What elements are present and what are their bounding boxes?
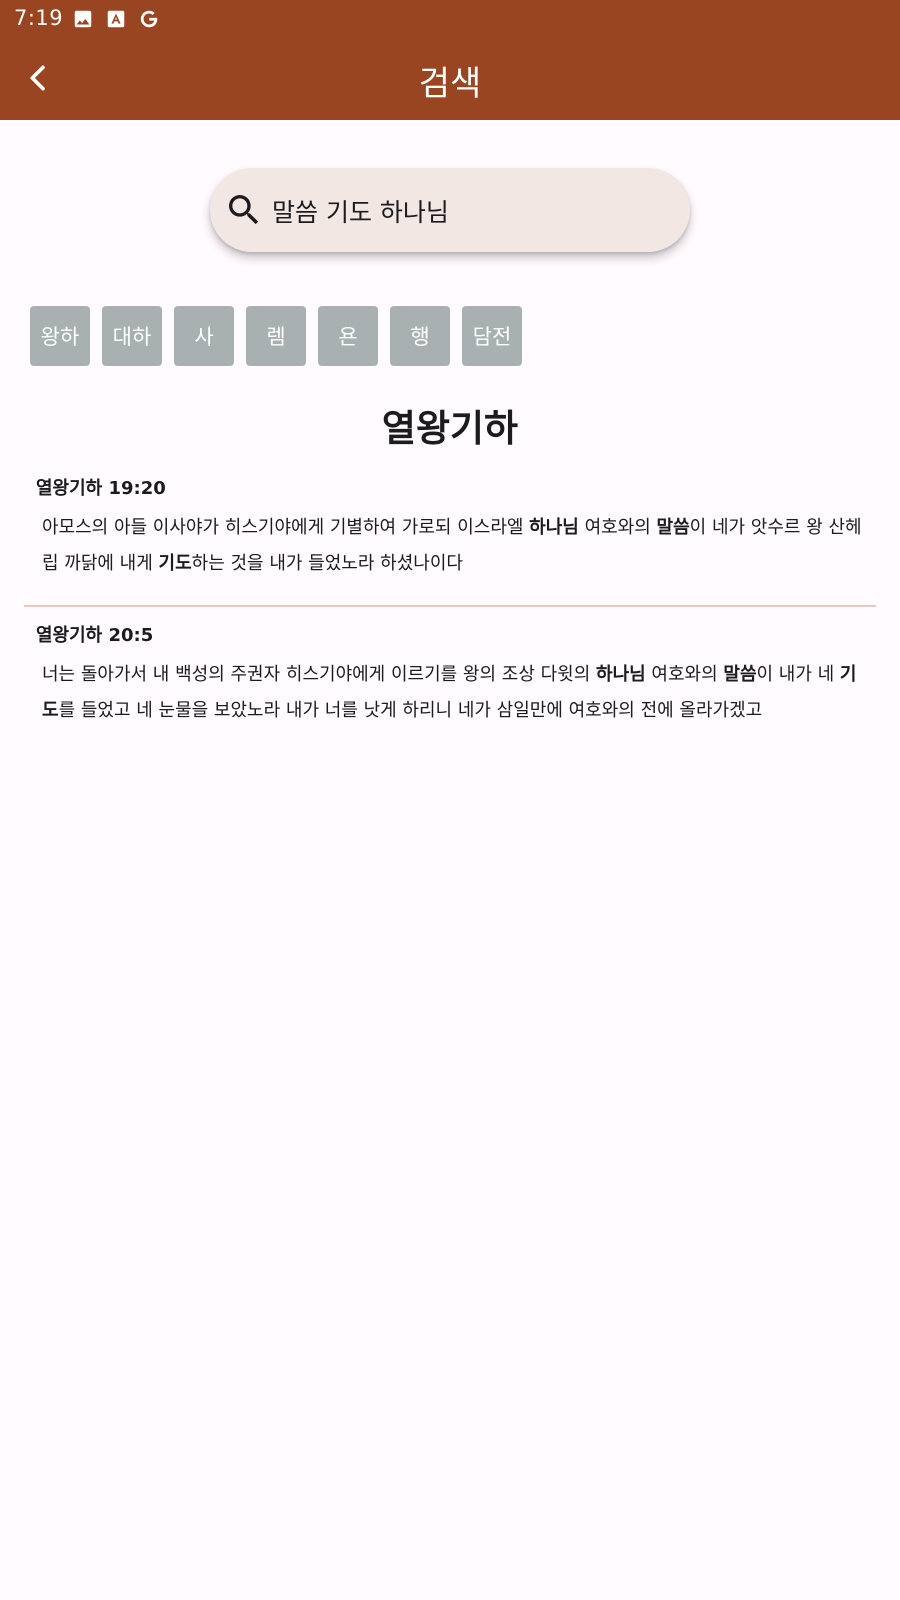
- status-time: 7:19: [14, 6, 64, 30]
- google-g-icon: [140, 10, 158, 28]
- verse-reference[interactable]: 열왕기하 19:20: [36, 474, 166, 500]
- verse-text[interactable]: 너는 돌아가서 내 백성의 주권자 히스기야에게 이르기를 왕의 조상 다윗의 …: [42, 657, 862, 729]
- chip-book[interactable]: 행: [390, 306, 450, 366]
- highlighted-term: 하나님: [596, 664, 646, 685]
- highlighted-term: 말씀: [656, 517, 690, 538]
- divider: [24, 605, 876, 607]
- text-a-icon: [107, 10, 125, 28]
- chip-book[interactable]: 사: [174, 306, 234, 366]
- verse-segment: 이 내가 네: [756, 664, 840, 685]
- status-bar: 7:19: [0, 0, 900, 36]
- image-icon: [74, 10, 92, 28]
- search-icon: [229, 195, 259, 225]
- book-section-title: 열왕기하: [381, 407, 519, 450]
- verse-text[interactable]: 아모스의 아들 이사야가 히스기야에게 기별하여 가로되 이스라엘 하나님 여호…: [42, 510, 862, 582]
- page-title: 검색: [418, 64, 482, 104]
- verse-segment: 하는 것을 내가 들었노라 하셨나이다: [191, 553, 463, 574]
- chip-book[interactable]: 담전: [462, 306, 522, 366]
- verse-segment: 너는 돌아가서 내 백성의 주권자 히스기야에게 이르기를 왕의 조상 다윗의: [42, 664, 597, 685]
- verse-segment: 아모스의 아들 이사야가 히스기야에게 기별하여 가로되 이스라엘: [42, 517, 530, 538]
- search-bar[interactable]: [210, 168, 690, 252]
- chip-book[interactable]: 욘: [318, 306, 378, 366]
- highlighted-term: 하나님: [529, 517, 579, 538]
- highlighted-term: 기도: [158, 553, 192, 574]
- chip-book[interactable]: 왕하: [30, 306, 90, 366]
- highlighted-term: 말씀: [723, 664, 757, 685]
- chip-book[interactable]: 렘: [246, 306, 306, 366]
- verse-segment: 여호와의: [578, 517, 657, 538]
- verse-segment: 를 들었고 네 눈물을 보았노라 내가 너를 낫게 하리니 네가 삼일만에 여호…: [58, 700, 763, 721]
- verse-reference[interactable]: 열왕기하 20:5: [36, 621, 153, 647]
- chip-book[interactable]: 대하: [102, 306, 162, 366]
- verse-segment: 여호와의: [645, 664, 724, 685]
- app-bar: 검색: [0, 36, 900, 120]
- search-input[interactable]: [270, 186, 674, 236]
